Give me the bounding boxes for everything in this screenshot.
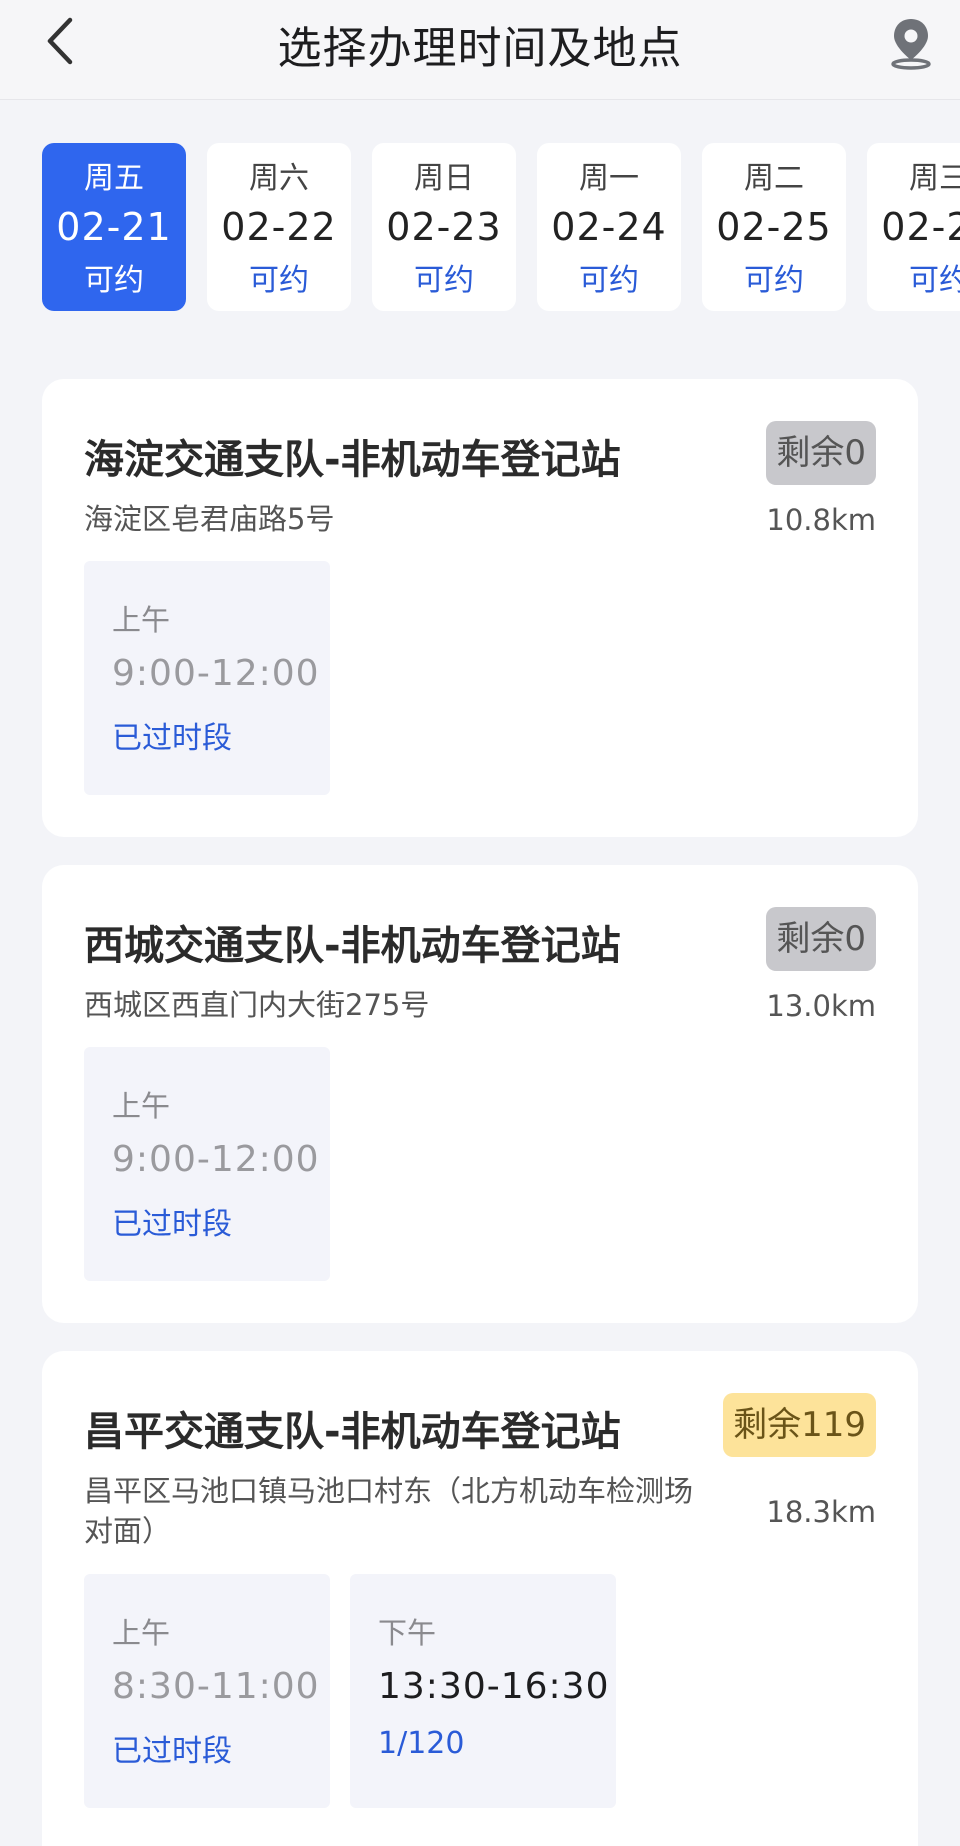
date-weekday: 周日 bbox=[414, 161, 474, 196]
date-value: 02-23 bbox=[386, 205, 502, 249]
remaining-badge: 剩余119 bbox=[723, 1393, 876, 1457]
time-slot-afternoon[interactable]: 下午 13:30-16:30 1/120 bbox=[350, 1574, 616, 1808]
remaining-badge: 剩余0 bbox=[766, 421, 876, 485]
station-name: 昌平交通支队-非机动车登记站 bbox=[84, 1409, 621, 1455]
station-card[interactable]: 西城交通支队-非机动车登记站 剩余0 西城区西直门内大街275号 13.0km … bbox=[42, 865, 918, 1323]
date-tab[interactable]: 周五 02-21 可约 bbox=[42, 143, 186, 311]
slot-time: 9:00-12:00 bbox=[112, 653, 320, 694]
station-name: 西城交通支队-非机动车登记站 bbox=[84, 923, 621, 969]
station-address: 海淀区皂君庙路5号 bbox=[84, 502, 335, 536]
date-selector[interactable]: 周五 02-21 可约 周六 02-22 可约 周日 02-23 可约 周一 02-24 可约 周二 02… bbox=[0, 143, 960, 313]
date-tab[interactable]: 周六 02-22 可约 bbox=[207, 143, 351, 311]
station-distance: 13.0km bbox=[766, 989, 876, 1023]
slot-time: 8:30-11:00 bbox=[112, 1666, 320, 1707]
slot-period: 下午 bbox=[378, 1616, 437, 1650]
slot-status: 已过时段 bbox=[112, 721, 232, 756]
date-value: 02-24 bbox=[551, 205, 667, 249]
station-card[interactable]: 昌平交通支队-非机动车登记站 剩余119 昌平区马池口镇马池口村东（北方机动车检… bbox=[42, 1351, 918, 1846]
date-tab[interactable]: 周三 02-26 可约 bbox=[867, 143, 960, 311]
date-status: 可约 bbox=[414, 263, 474, 298]
date-weekday: 周二 bbox=[744, 161, 804, 196]
station-card[interactable]: 海淀交通支队-非机动车登记站 剩余0 海淀区皂君庙路5号 10.8km 上午 9… bbox=[42, 379, 918, 837]
date-status: 可约 bbox=[909, 263, 960, 298]
date-status: 可约 bbox=[579, 263, 639, 298]
date-tab[interactable]: 周一 02-24 可约 bbox=[537, 143, 681, 311]
location-pin-icon bbox=[891, 19, 931, 70]
date-weekday: 周六 bbox=[249, 161, 309, 196]
station-address: 西城区西直门内大街275号 bbox=[84, 988, 430, 1022]
slot-period: 上午 bbox=[112, 1616, 171, 1650]
date-weekday: 周一 bbox=[579, 161, 639, 196]
time-slot[interactable]: 上午 9:00-12:00 已过时段 bbox=[84, 1047, 330, 1281]
page-title: 选择办理时间及地点 bbox=[277, 23, 683, 74]
date-status: 可约 bbox=[744, 263, 804, 298]
top-bar: 选择办理时间及地点 bbox=[0, 0, 960, 100]
date-tab[interactable]: 周二 02-25 可约 bbox=[702, 143, 846, 311]
slot-period: 上午 bbox=[112, 1089, 171, 1123]
date-weekday: 周五 bbox=[84, 161, 144, 196]
time-slot[interactable]: 上午 9:00-12:00 已过时段 bbox=[84, 561, 330, 795]
slot-time: 13:30-16:30 bbox=[378, 1666, 610, 1707]
date-value: 02-21 bbox=[56, 205, 172, 249]
slot-period: 上午 bbox=[112, 603, 171, 637]
time-slot-morning[interactable]: 上午 8:30-11:00 已过时段 bbox=[84, 1574, 330, 1808]
date-weekday: 周三 bbox=[909, 161, 960, 196]
date-value: 02-22 bbox=[221, 205, 337, 249]
station-distance: 18.3km bbox=[766, 1495, 876, 1529]
location-button[interactable] bbox=[884, 14, 938, 72]
station-distance: 10.8km bbox=[766, 503, 876, 537]
date-value: 02-25 bbox=[716, 205, 832, 249]
slot-time: 9:00-12:00 bbox=[112, 1139, 320, 1180]
remaining-badge: 剩余0 bbox=[766, 907, 876, 971]
date-tab[interactable]: 周日 02-23 可约 bbox=[372, 143, 516, 311]
date-status: 可约 bbox=[84, 263, 144, 298]
slot-status: 已过时段 bbox=[112, 1734, 232, 1769]
station-name: 海淀交通支队-非机动车登记站 bbox=[84, 437, 621, 483]
station-address: 昌平区马池口镇马池口村东（北方机动车检测场对面） bbox=[84, 1474, 694, 1548]
date-status: 可约 bbox=[249, 263, 309, 298]
date-value: 02-26 bbox=[881, 205, 960, 249]
slot-capacity: 1/120 bbox=[378, 1726, 465, 1761]
slot-status: 已过时段 bbox=[112, 1207, 232, 1242]
